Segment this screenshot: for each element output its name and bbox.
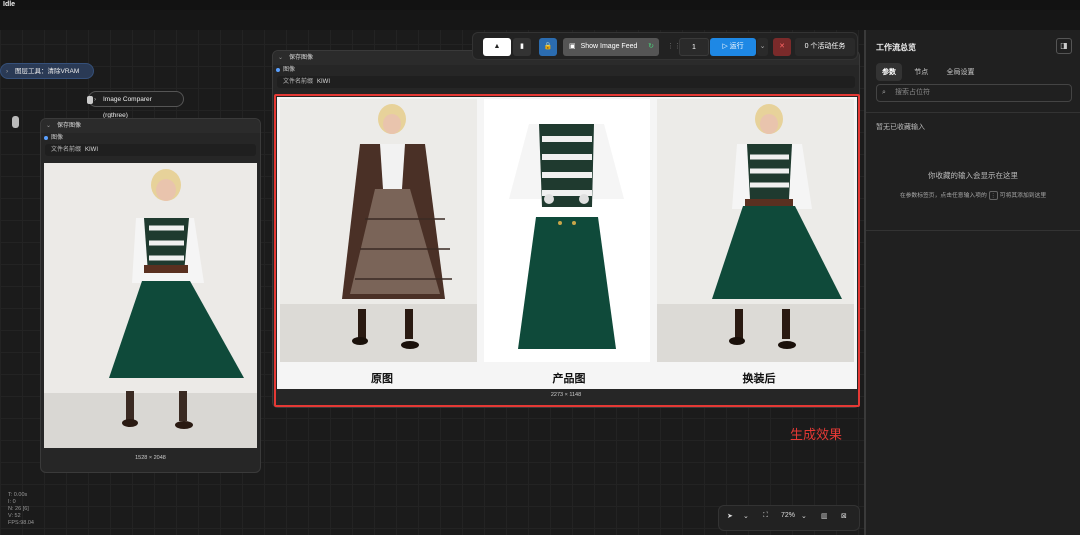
lock-icon[interactable]: 🔒: [539, 38, 557, 56]
chevron-right-icon[interactable]: ›: [94, 92, 96, 108]
minimap-icon[interactable]: ▥: [821, 512, 828, 520]
cancel-run-button[interactable]: ✕: [773, 38, 791, 56]
search-icon: ⌕: [882, 89, 886, 96]
search-placeholder: 搜索占位符: [895, 89, 930, 96]
search-input[interactable]: ⌕ 搜索占位符: [876, 84, 1072, 102]
port-label: 图像: [51, 135, 64, 141]
hint-text-after: 可将其添加到这里: [999, 193, 1047, 199]
field-value: KIWI: [317, 79, 330, 85]
chevron-right-icon[interactable]: ›: [6, 64, 8, 80]
field-value: KIWI: [85, 147, 98, 153]
node-title: 保存图像: [57, 123, 82, 129]
tab-global-settings[interactable]: 全局设置: [940, 63, 980, 81]
drag-handle-icon[interactable]: ⋮⋮: [667, 38, 681, 56]
empty-state-hint: 在参数标签页，点击任意输入项的 ⋮ 可将其添加到这里: [866, 190, 1080, 200]
node-image-comparer[interactable]: › Image Comparer (rgthree): [87, 91, 184, 119]
filename-prefix-field[interactable]: 文件名前缀 KIWI: [45, 144, 256, 156]
field-label: 文件名前缀: [51, 147, 82, 153]
show-image-feed-button[interactable]: ▣ Show Image Feed ↻: [563, 38, 659, 56]
preview-image: [44, 163, 257, 448]
port-dot[interactable]: [44, 136, 48, 140]
divider: [866, 112, 1080, 113]
stat-line: V: 52: [8, 513, 21, 519]
workflow-overview-panel: 工作流总览 ◨ 参数 节点 全局设置 ⌕ 搜索占位符 暂无已收藏输入 你收藏的输…: [864, 30, 1080, 535]
hide-links-icon[interactable]: ⊠: [841, 512, 847, 520]
highlight-box: [274, 94, 860, 407]
pointer-icon[interactable]: ➤: [727, 512, 733, 520]
stat-line: I: 0: [8, 499, 16, 505]
chevron-down-icon[interactable]: ⌄: [46, 119, 51, 133]
top-strip: [0, 10, 1080, 30]
stat-line: N: 26 [6]: [8, 506, 29, 512]
annotation-label: 生成效果: [790, 427, 843, 442]
stat-line: T: 0.00s: [8, 492, 28, 498]
stat-line: FPS:98.04: [8, 520, 34, 526]
image-size-label: 1528 × 2048: [135, 455, 166, 461]
node-input-port[interactable]: 图像: [273, 65, 859, 75]
port-dot[interactable]: [276, 68, 280, 72]
queue-count-value: 1: [692, 44, 696, 51]
chevron-down-icon: ⌄: [759, 43, 766, 50]
filename-prefix-field[interactable]: 文件名前缀 KIWI: [277, 76, 855, 88]
divider: [866, 230, 1080, 231]
close-icon: ✕: [779, 43, 785, 50]
field-label: 文件名前缀: [283, 79, 314, 85]
canvas-controls: ➤ ⌄ ⛶ 72% ⌄ ▥ ⊠: [718, 505, 860, 531]
node-header[interactable]: ⌄ 保存图像: [41, 119, 260, 133]
no-favorites-label: 暂无已收藏输入: [876, 124, 925, 131]
perf-stats: T: 0.00s I: 0 N: 26 [6] V: 52 FPS:98.04: [8, 492, 34, 527]
panel-tabs: 参数 节点 全局设置: [876, 63, 984, 81]
fit-view-icon[interactable]: ⛶: [763, 512, 768, 520]
show-image-feed-label: Show Image Feed: [580, 43, 638, 50]
zoom-level[interactable]: 72%: [781, 512, 795, 519]
port-label: 图像: [283, 67, 296, 73]
save-image-node-small[interactable]: ⌄ 保存图像 图像 文件名前缀 KIWI 1528 × 2048: [40, 118, 261, 473]
refresh-icon[interactable]: ↻: [648, 38, 654, 56]
bookmark-icon[interactable]: ▮: [513, 38, 531, 56]
panel-toggle-icon[interactable]: ◨: [1056, 38, 1072, 54]
top-toolbar: ▲ ▮ 🔒 ▣ Show Image Feed ↻ ⋮⋮ 1 ▷ 运行 ⌄ ✕ …: [472, 32, 858, 60]
active-tasks-button[interactable]: 0 个活动任务: [795, 38, 855, 56]
chevron-down-icon[interactable]: ⌄: [743, 512, 749, 520]
more-options-icon: ⋮: [988, 191, 998, 200]
run-button[interactable]: ▷ 运行: [710, 38, 756, 56]
window-title: Idle: [0, 0, 1080, 10]
logo-icon[interactable]: ▲: [483, 38, 511, 56]
run-label: 运行: [729, 43, 744, 50]
image-feed-icon: ▣: [569, 43, 576, 50]
active-tasks-label: 0 个活动任务: [804, 43, 846, 50]
empty-state-title: 你收藏的输入会显示在这里: [928, 171, 1018, 180]
tab-params[interactable]: 参数: [876, 63, 902, 81]
hint-text-before: 在参数标签页，点击任意输入项的: [899, 193, 987, 199]
chevron-down-icon[interactable]: ⌄: [801, 512, 807, 520]
node-port-handle[interactable]: [87, 96, 93, 104]
queue-count-input[interactable]: 1: [679, 38, 709, 56]
tab-nodes[interactable]: 节点: [908, 63, 934, 81]
node-title: 保存图像: [289, 55, 314, 61]
node-clear-vram-label: 图层工具：清除VRAM: [15, 68, 80, 75]
play-icon: ▷: [722, 43, 728, 50]
chevron-down-icon[interactable]: ⌄: [278, 51, 283, 65]
run-options-dropdown[interactable]: ⌄: [757, 38, 768, 56]
node-clear-vram[interactable]: › 图层工具：清除VRAM: [0, 63, 94, 79]
collapsed-node-stub[interactable]: [12, 116, 19, 128]
panel-title: 工作流总览: [876, 43, 916, 52]
node-input-port[interactable]: 图像: [41, 133, 260, 143]
